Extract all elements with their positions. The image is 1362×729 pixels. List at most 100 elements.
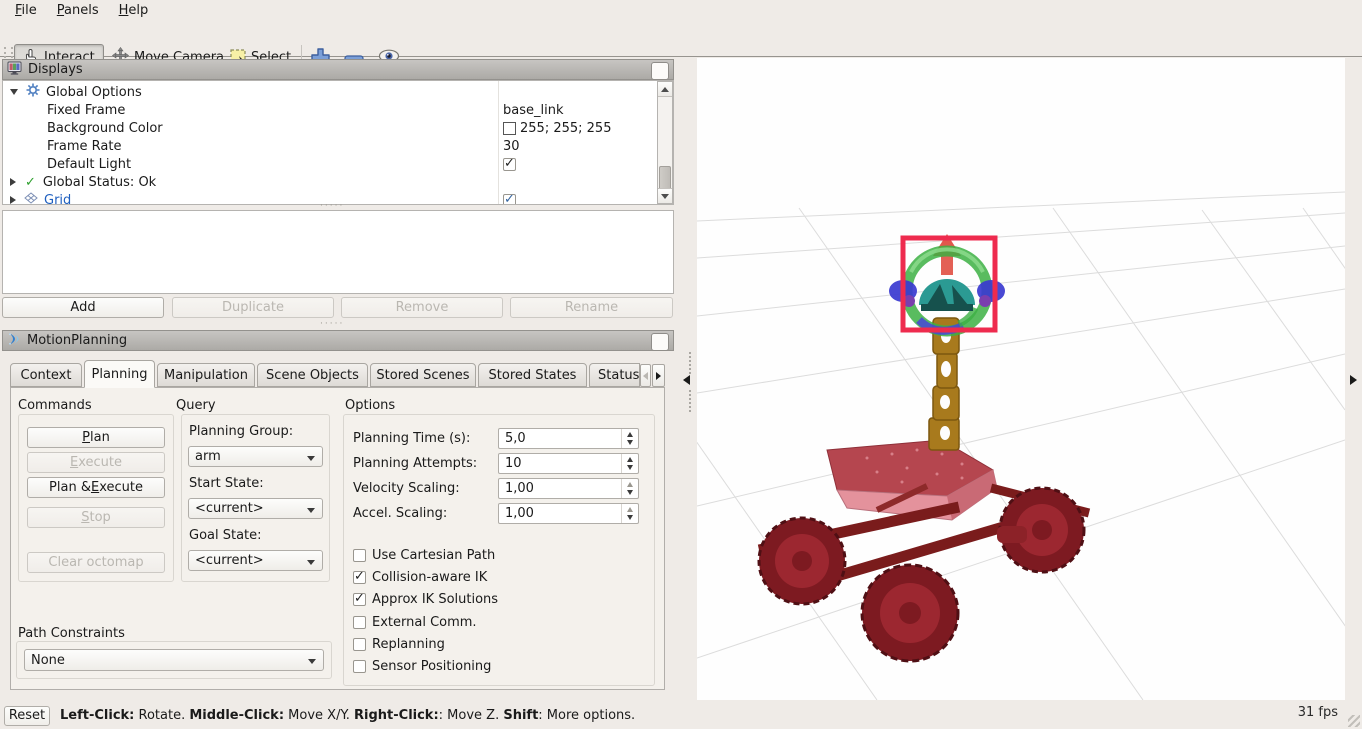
collision-aware-ik-option[interactable]: Collision-aware IK: [353, 569, 487, 585]
plan-and-execute-button[interactable]: Plan & Execute: [27, 477, 165, 498]
frame-rate-value[interactable]: 30: [503, 137, 653, 155]
use-cartesian-path-checkbox[interactable]: [353, 548, 366, 562]
planning-time-spinbox[interactable]: 5,0: [498, 428, 639, 449]
planning-group-combo[interactable]: arm: [188, 446, 323, 467]
external-comm-option[interactable]: External Comm.: [353, 614, 477, 630]
menu-panels[interactable]: Panels: [48, 2, 108, 19]
approx-ik-solutions-option[interactable]: Approx IK Solutions: [353, 591, 498, 607]
motionplanning-icon: [7, 332, 21, 350]
tab-manipulation[interactable]: Manipulation: [157, 363, 255, 387]
replanning-checkbox[interactable]: [353, 637, 366, 651]
spin-arrows[interactable]: [621, 504, 638, 523]
spin-arrows[interactable]: [621, 429, 638, 448]
motionplanning-panel-title: MotionPlanning: [27, 333, 128, 348]
panel-splitter-handle[interactable]: ·····: [320, 319, 344, 329]
expand-right-panel-icon[interactable]: [1350, 375, 1357, 385]
external-comm-checkbox[interactable]: [353, 615, 366, 629]
tab-planning[interactable]: Planning: [84, 360, 155, 388]
motionplanning-panel-float-button[interactable]: [651, 333, 669, 351]
gear-icon: [26, 83, 40, 101]
goal-state-combo[interactable]: <current>: [188, 550, 323, 571]
add-display-button[interactable]: Add: [2, 297, 164, 318]
tree-row[interactable]: Default Light: [3, 155, 497, 173]
tree-row[interactable]: Fixed Frame: [3, 101, 497, 119]
rename-display-button[interactable]: Rename: [510, 297, 673, 318]
sensor-positioning-option[interactable]: Sensor Positioning: [353, 658, 491, 674]
expand-arrow-icon[interactable]: [10, 89, 18, 95]
tab-stored-states[interactable]: Stored States: [478, 363, 587, 387]
stop-button[interactable]: Stop: [27, 507, 165, 528]
options-heading: Options: [345, 398, 396, 413]
default-light-checkbox[interactable]: [503, 156, 516, 171]
execute-button[interactable]: Execute: [27, 452, 165, 473]
scrollbar-thumb[interactable]: [659, 166, 671, 190]
tab-scroll-left-button[interactable]: [640, 364, 651, 387]
collapse-arrow-icon[interactable]: [10, 196, 16, 204]
scrollbar-up-button[interactable]: [658, 82, 672, 97]
rviz-window: File Panels Help Interact Move Camera Se…: [0, 0, 1362, 729]
splitter-dots[interactable]: [689, 390, 691, 412]
reset-button[interactable]: Reset: [4, 705, 50, 726]
status-bar: Reset Left-Click: Rotate. Middle-Click: …: [0, 702, 1362, 729]
scrollbar-down-button[interactable]: [658, 188, 672, 203]
tree-row[interactable]: Frame Rate: [3, 137, 497, 155]
planning-attempts-spinbox[interactable]: 10: [498, 453, 639, 474]
tree-row[interactable]: ✓ Global Status: Ok: [3, 173, 497, 191]
clear-octomap-button[interactable]: Clear octomap: [27, 552, 165, 573]
robot-arm-mast: [928, 317, 960, 451]
menu-file[interactable]: File: [6, 2, 46, 19]
plan-button[interactable]: Plan: [27, 427, 165, 448]
replanning-option[interactable]: Replanning: [353, 636, 445, 652]
tree-item-label: Default Light: [47, 156, 132, 172]
tab-scroll-right-button[interactable]: [652, 364, 665, 387]
path-constraints-combo[interactable]: None: [24, 649, 324, 671]
status-help-text: Left-Click: Rotate. Middle-Click: Move X…: [60, 708, 636, 723]
tab-scene-objects[interactable]: Scene Objects: [257, 363, 368, 387]
tab-stored-scenes[interactable]: Stored Scenes: [370, 363, 476, 387]
motionplanning-panel-header[interactable]: MotionPlanning: [2, 330, 674, 351]
grid-checkbox[interactable]: [503, 192, 516, 204]
color-swatch: [503, 121, 516, 135]
sensor-positioning-checkbox[interactable]: [353, 659, 366, 673]
3d-viewport[interactable]: [532, 58, 1362, 701]
spin-arrows[interactable]: [621, 454, 638, 473]
use-cartesian-path-option[interactable]: Use Cartesian Path: [353, 547, 495, 563]
duplicate-display-button[interactable]: Duplicate: [172, 297, 334, 318]
collapse-arrow-icon[interactable]: [10, 178, 16, 186]
tree-scrollbar[interactable]: [657, 81, 673, 204]
approx-ik-solutions-checkbox[interactable]: [353, 591, 366, 606]
start-state-label: Start State:: [189, 476, 264, 491]
velocity-scaling-spinbox[interactable]: 1,00: [498, 478, 639, 499]
spin-arrows[interactable]: [621, 479, 638, 498]
marker-arrow-stem[interactable]: [941, 255, 953, 275]
grid-enabled-value[interactable]: [503, 191, 653, 204]
display-description-box: [2, 210, 674, 294]
menu-help[interactable]: Help: [110, 2, 158, 19]
fixed-frame-value[interactable]: base_link: [503, 101, 653, 119]
marker-handle-purple[interactable]: [979, 295, 991, 307]
start-state-combo[interactable]: <current>: [188, 498, 323, 519]
head-base: [921, 304, 973, 311]
accel-scaling-label: Accel. Scaling:: [353, 506, 448, 521]
tab-status[interactable]: Status: [589, 363, 640, 387]
tree-row[interactable]: Global Options: [3, 83, 497, 101]
tree-row[interactable]: Background Color: [3, 119, 497, 137]
planning-group-label: Planning Group:: [189, 424, 294, 439]
displays-panel-header[interactable]: Displays: [2, 59, 674, 80]
interactive-marker[interactable]: [889, 234, 1005, 337]
displays-panel-float-button[interactable]: [651, 62, 669, 80]
displays-tree[interactable]: Global Options Fixed Frame base_link Bac…: [2, 80, 674, 205]
background-color-value[interactable]: 255; 255; 255: [503, 119, 653, 137]
collapse-left-panel-icon[interactable]: [683, 375, 690, 385]
tab-context[interactable]: Context: [10, 363, 82, 387]
remove-display-button[interactable]: Remove: [341, 297, 503, 318]
splitter-dots[interactable]: [689, 352, 691, 374]
path-constraints-heading: Path Constraints: [18, 626, 125, 641]
default-light-value[interactable]: [503, 155, 653, 173]
window-resize-grip[interactable]: [1348, 715, 1360, 727]
accel-scaling-spinbox[interactable]: 1,00: [498, 503, 639, 524]
tree-row[interactable]: Grid: [3, 191, 497, 204]
collision-aware-ik-checkbox[interactable]: [353, 569, 366, 584]
3d-scene: [532, 191, 1362, 701]
wheel-motor: [997, 526, 1027, 543]
